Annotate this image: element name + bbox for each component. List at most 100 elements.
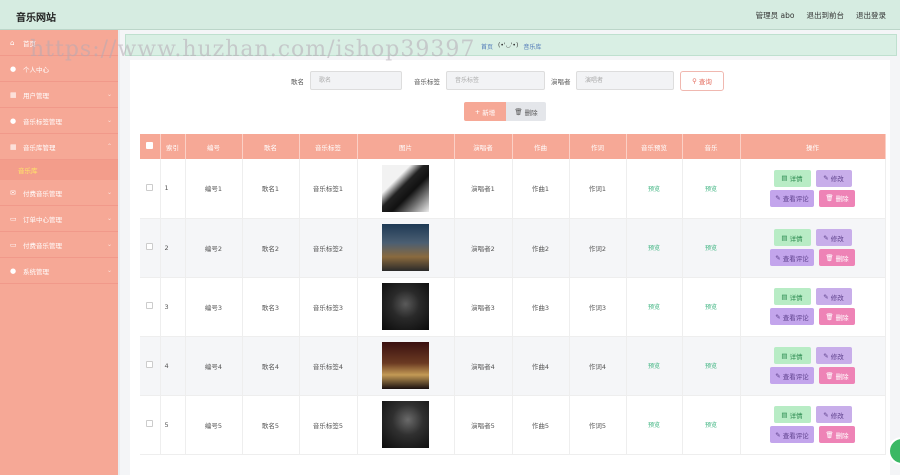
table-row: 1 编号1 歌名1 音乐标签1 演唱者1 作曲1 作词1 预览 预览 ▤ 详情 ✎…	[140, 159, 886, 219]
detail-button[interactable]: ▤ 详情	[773, 406, 811, 423]
sidebar: ⌂ 首页 ● 个人中心 ▦ 用户管理 ⌄ ● 音乐标签管理 ⌄ ▦ 音乐库管理 …	[0, 30, 118, 475]
singer-label: 演唱者	[551, 78, 571, 86]
sidebar-item-label: 付费音乐管理	[23, 189, 62, 198]
preview-link[interactable]: 预览	[648, 363, 660, 370]
select-all-checkbox[interactable]	[146, 142, 154, 149]
detail-button[interactable]: ▤ 详情	[773, 169, 811, 187]
row-select-cell[interactable]	[140, 336, 161, 396]
view-comments-button[interactable]: ✎ 查看评论	[770, 189, 814, 207]
row-checkbox[interactable]	[146, 243, 154, 250]
music-link[interactable]: 预览	[705, 363, 717, 370]
row-checkbox[interactable]	[146, 183, 154, 191]
sidebar-subitem-library[interactable]: 音乐库	[0, 160, 118, 180]
music-link[interactable]: 预览	[705, 245, 717, 252]
row-music-cell: 预览	[682, 218, 741, 278]
query-button[interactable]: ⚲ 查询	[680, 71, 724, 91]
song-search-input[interactable]: 歌名	[310, 71, 402, 90]
detail-button[interactable]: ▤ 详情	[773, 229, 811, 246]
row-song: 歌名4	[242, 336, 300, 396]
music-table: 索引 编号 歌名 音乐标签 图片 演唱者 作曲 作词 音乐预览 音乐 操作 1 …	[140, 134, 886, 455]
view-comments-button[interactable]: ✎ 查看评论	[770, 308, 814, 325]
sidebar-item-orders[interactable]: ▭ 订单中心管理 ⌄	[0, 206, 118, 232]
batch-delete-button[interactable]: 🗑 删除	[506, 102, 546, 121]
chevron-down-icon: ⌄	[106, 189, 112, 196]
edit-button[interactable]: ✎ 修改	[815, 406, 852, 423]
row-index: 5	[160, 395, 186, 455]
view-comments-button[interactable]: ✎ 查看评论	[770, 426, 814, 443]
sidebar-item-system[interactable]: ● 系统管理 ⌄	[0, 258, 118, 284]
preview-link[interactable]: 预览	[648, 304, 660, 311]
grid-icon: ▦	[10, 90, 17, 99]
preview-link[interactable]: 预览	[648, 245, 660, 252]
row-ops-cell: ▤ 详情 ✎ 修改 ✎ 查看评论 🗑 删除	[740, 336, 886, 396]
add-button[interactable]: + 新增	[464, 102, 506, 121]
row-lyricist: 作词5	[569, 395, 627, 455]
breadcrumb-home[interactable]: 首页	[481, 42, 493, 51]
edit-button[interactable]: ✎ 修改	[815, 229, 852, 246]
view-comments-button[interactable]: ✎ 查看评论	[770, 367, 814, 384]
sidebar-item-label: 首页	[23, 39, 36, 48]
edit-button[interactable]: ✎ 修改	[815, 288, 852, 305]
music-link[interactable]: 预览	[705, 422, 717, 429]
sidebar-item-home[interactable]: ⌂ 首页	[0, 30, 118, 56]
row-ops-cell: ▤ 详情 ✎ 修改 ✎ 查看评论 🗑 删除	[740, 277, 886, 337]
table-row: 5 编号5 歌名5 音乐标签5 演唱者5 作曲5 作词5 预览 预览 ▤ 详情 ✎…	[140, 395, 886, 455]
row-tag: 音乐标签2	[299, 218, 358, 278]
row-select-cell[interactable]	[140, 218, 161, 278]
user-icon: ●	[10, 116, 17, 125]
pencil-icon: ✎	[775, 253, 781, 262]
col-header: 音乐	[682, 134, 741, 159]
sidebar-item-paid-music[interactable]: ✉ 付费音乐管理 ⌄	[0, 180, 118, 206]
row-checkbox[interactable]	[146, 302, 154, 309]
row-checkbox[interactable]	[146, 361, 154, 368]
user-icon: ●	[10, 266, 17, 275]
breadcrumb-bar: 首页 (•'◡'•) 音乐库	[125, 34, 897, 56]
chevron-down-icon: ⌄	[106, 117, 112, 124]
music-link[interactable]: 预览	[705, 304, 717, 311]
detail-button[interactable]: ▤ 详情	[773, 347, 811, 364]
to-front-link[interactable]: 退出到前台	[807, 10, 845, 21]
edit-button[interactable]: ✎ 修改	[815, 347, 852, 364]
trash-icon: 🗑	[825, 194, 834, 203]
row-checkbox[interactable]	[146, 420, 154, 427]
delete-button[interactable]: 🗑 删除	[819, 367, 855, 384]
col-header: 作曲	[512, 134, 570, 159]
pencil-icon: ✎	[823, 351, 829, 360]
edit-button[interactable]: ✎ 修改	[815, 169, 852, 187]
row-composer: 作曲4	[512, 336, 570, 396]
pencil-icon: ✎	[775, 371, 781, 380]
delete-button[interactable]: 🗑 删除	[819, 308, 855, 325]
trash-icon: 🗑	[825, 253, 834, 262]
sidebar-item-users[interactable]: ▦ 用户管理 ⌄	[0, 82, 118, 108]
select-all-cell[interactable]	[140, 134, 161, 159]
row-preview-cell: 预览	[626, 159, 683, 219]
col-header: 音乐预览	[626, 134, 683, 159]
row-select-cell[interactable]	[140, 277, 161, 337]
delete-button[interactable]: 🗑 删除	[819, 426, 855, 443]
sidebar-item-paid-music-2[interactable]: ▭ 付费音乐管理 ⌄	[0, 232, 118, 258]
row-music-cell: 预览	[682, 336, 741, 396]
row-song: 歌名3	[242, 277, 300, 337]
preview-link[interactable]: 预览	[648, 422, 660, 429]
row-image-cell	[357, 395, 455, 455]
sidebar-item-label: 系统管理	[23, 267, 49, 276]
preview-link[interactable]: 预览	[648, 186, 660, 193]
delete-button[interactable]: 🗑 删除	[819, 249, 855, 266]
music-link[interactable]: 预览	[705, 186, 717, 193]
sidebar-item-label: 个人中心	[23, 65, 49, 74]
card-icon: ▭	[10, 240, 17, 249]
table-row: 2 编号2 歌名2 音乐标签2 演唱者2 作曲2 作词2 预览 预览 ▤ 详情 ✎…	[140, 218, 886, 278]
album-cover-image	[382, 224, 429, 271]
delete-button[interactable]: 🗑 删除	[819, 189, 855, 207]
tag-search-input[interactable]: 音乐标签	[446, 71, 545, 90]
logout-link[interactable]: 退出登录	[856, 10, 886, 21]
row-select-cell[interactable]	[140, 395, 161, 455]
row-select-cell[interactable]	[140, 159, 161, 219]
singer-search-input[interactable]: 演唱者	[576, 71, 674, 90]
sidebar-item-profile[interactable]: ● 个人中心	[0, 56, 118, 82]
view-comments-button[interactable]: ✎ 查看评论	[770, 249, 814, 266]
doc-icon: ▤	[781, 410, 788, 419]
sidebar-item-tags[interactable]: ● 音乐标签管理 ⌄	[0, 108, 118, 134]
detail-button[interactable]: ▤ 详情	[773, 288, 811, 305]
sidebar-item-library[interactable]: ▦ 音乐库管理 ⌃	[0, 134, 118, 160]
